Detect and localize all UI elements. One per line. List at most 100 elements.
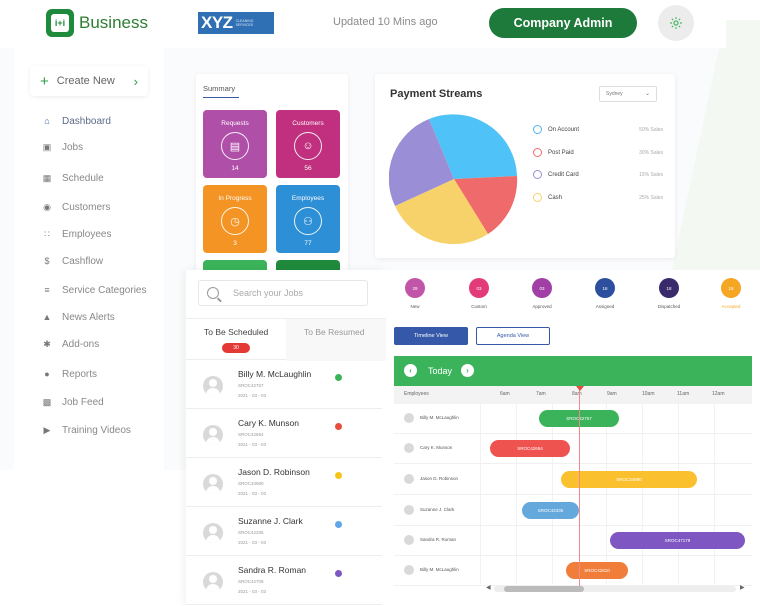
next-day-button[interactable]: › <box>461 364 474 377</box>
gantt-column-header: Employees 6am 7am 8am 9am 10am 11am 12am <box>394 386 752 404</box>
job-code: SROC42709 <box>238 579 264 584</box>
sidebar-item-label: Reports <box>62 368 98 380</box>
hour-label: 8am <box>572 391 582 397</box>
sidebar-item-label: Schedule <box>62 172 104 184</box>
sidebar-item-label: Service Categories <box>62 284 147 296</box>
summary-tile-employees[interactable]: Employees ⚇ 77 <box>276 185 340 253</box>
logo-mark: i+i <box>51 14 69 32</box>
legend-label: Post Paid <box>548 149 574 156</box>
legend-label: Credit Card <box>548 171 579 178</box>
briefcase-icon: ▣ <box>42 141 52 152</box>
tab-to-be-scheduled[interactable]: To Be Scheduled <box>204 327 268 337</box>
job-list-item[interactable]: Sandra R. Roman SROC42709 2021 - 03 - 03 <box>186 557 382 605</box>
status-custom[interactable]: 03 Custom <box>454 278 504 309</box>
dollar-icon: $ <box>44 256 50 266</box>
legend-value: 15% Sales <box>639 171 663 178</box>
jobs-panel: Search your Jobs To Be Scheduled 30 To B… <box>186 270 386 606</box>
current-time-marker <box>576 386 584 391</box>
user-icon: ☺ <box>294 132 322 160</box>
sidebar: + Create New › ⌂ Dashboard ▣ Jobs ▦ Sche… <box>14 48 164 478</box>
sidebar-item-add-ons[interactable]: ✱ Add-ons <box>42 337 99 351</box>
job-date: 2021 - 03 - 03 <box>238 589 267 594</box>
job-search-input[interactable]: Search your Jobs <box>198 280 368 306</box>
job-list-item[interactable]: Suzanne J. Clark SROC42335 2021 - 03 - 0… <box>186 508 382 556</box>
gantt-job-bar[interactable]: SROC47179 <box>610 532 745 549</box>
agenda-view-button[interactable]: Agenda View <box>476 327 550 345</box>
summary-tile-customers[interactable]: Customers ☺ 56 <box>276 110 340 178</box>
create-new-button[interactable]: + Create New › <box>30 66 148 96</box>
avatar <box>203 376 223 396</box>
schedule-panel: 29 New 03 Custom 03 Approved 16 Assigned… <box>386 270 760 606</box>
company-admin-button[interactable]: Company Admin <box>489 8 637 38</box>
location-select[interactable]: Sydney ⌄ <box>599 86 657 102</box>
job-customer-name: Suzanne J. Clark <box>238 516 303 526</box>
customer-icon: ◉ <box>43 201 51 212</box>
hour-label: 6am <box>500 391 510 397</box>
sidebar-item-label: Dashboard <box>62 115 111 127</box>
summary-tile-requests[interactable]: Requests ▤ 14 <box>203 110 267 178</box>
sidebar-item-label: News Alerts <box>62 311 115 323</box>
settings-button[interactable] <box>658 5 694 41</box>
job-list-item[interactable]: Jason D. Robinson SROC34980 2021 - 03 - … <box>186 459 382 507</box>
sidebar-item-schedule[interactable]: ▦ Schedule <box>42 171 104 185</box>
sidebar-item-label: Job Feed <box>62 396 104 408</box>
scroll-right-arrow[interactable]: ▶ <box>740 584 745 591</box>
plus-icon: + <box>40 72 49 90</box>
sidebar-item-service-categories[interactable]: ≡ Service Categories <box>42 283 146 297</box>
tab-resumed-bg <box>286 319 386 361</box>
status-new[interactable]: 29 New <box>390 278 440 309</box>
status-dispatched[interactable]: 18 Dispatched <box>644 278 694 309</box>
job-customer-name: Sandra R. Roman <box>238 565 307 575</box>
hour-label: 12am <box>712 391 725 397</box>
status-label: Accepted <box>721 304 741 309</box>
hour-label: 9am <box>607 391 617 397</box>
hour-label: 11am <box>677 391 690 397</box>
status-approved[interactable]: 03 Approved <box>517 278 567 309</box>
status-count: 29 <box>405 278 425 298</box>
gantt-employee-name: Cary K. Munson <box>420 445 453 450</box>
job-list-item[interactable]: Billy M. McLaughlin SROC42757 2021 - 03 … <box>186 361 382 409</box>
sidebar-item-employees[interactable]: ∷ Employees <box>42 227 111 241</box>
sidebar-item-news-alerts[interactable]: ▲ News Alerts <box>42 310 115 324</box>
job-code: SROC34980 <box>238 481 264 486</box>
gantt-row: Cary K. Munson SROC42694 <box>394 434 752 464</box>
tile-label: In Progress <box>218 195 252 202</box>
gantt-job-bar[interactable]: SROC42694 <box>490 440 570 457</box>
sidebar-item-reports[interactable]: ● Reports <box>42 367 97 381</box>
sidebar-item-jobs[interactable]: ▣ Jobs <box>42 140 83 154</box>
horizontal-scrollbar[interactable] <box>494 586 736 592</box>
feed-icon: ▩ <box>42 396 52 407</box>
gantt-job-bar[interactable]: SROC42810 <box>566 562 628 579</box>
sidebar-item-customers[interactable]: ◉ Customers <box>42 200 110 214</box>
status-assigned[interactable]: 16 Assigned <box>580 278 630 309</box>
sidebar-item-training-videos[interactable]: ▶ Training Videos <box>42 423 131 437</box>
status-label: Assigned <box>595 304 615 309</box>
timeline-view-button[interactable]: Timeline View <box>394 327 468 345</box>
sidebar-item-cashflow[interactable]: $ Cashflow <box>42 254 103 268</box>
scrollbar-thumb[interactable] <box>504 586 584 592</box>
status-accepted[interactable]: 18 Accepted <box>706 278 756 309</box>
tab-to-be-resumed[interactable]: To Be Resumed <box>304 327 365 337</box>
search-placeholder: Search your Jobs <box>233 288 304 298</box>
status-label: Dispatched <box>657 304 681 309</box>
gantt-row: Sandra R. Roman SROC47179 <box>394 526 752 556</box>
hour-label: 7am <box>536 391 546 397</box>
status-count: 16 <box>595 278 615 298</box>
sidebar-item-label: Jobs <box>62 141 84 153</box>
sidebar-item-label: Customers <box>62 201 111 213</box>
home-icon: ⌂ <box>44 116 50 126</box>
scroll-left-arrow[interactable]: ◀ <box>486 584 491 591</box>
app-logo[interactable]: i+i <box>46 9 74 37</box>
app-name: Business <box>79 13 148 32</box>
previous-day-button[interactable]: ‹ <box>404 364 417 377</box>
calendar-icon: ▦ <box>42 172 52 183</box>
avatar <box>203 523 223 543</box>
job-status-dot <box>335 472 342 479</box>
payment-pie-chart <box>389 114 518 244</box>
sidebar-item-dashboard[interactable]: ⌂ Dashboard <box>42 114 111 128</box>
gantt-job-bar[interactable]: SROC42335 <box>522 502 579 519</box>
sidebar-item-job-feed[interactable]: ▩ Job Feed <box>42 395 104 409</box>
gantt-job-bar[interactable]: SROC34980 <box>561 471 697 488</box>
summary-tile-in-progress[interactable]: In Progress ◷ 3 <box>203 185 267 253</box>
job-list-item[interactable]: Cary K. Munson SROC42694 2021 - 03 - 03 <box>186 410 382 458</box>
